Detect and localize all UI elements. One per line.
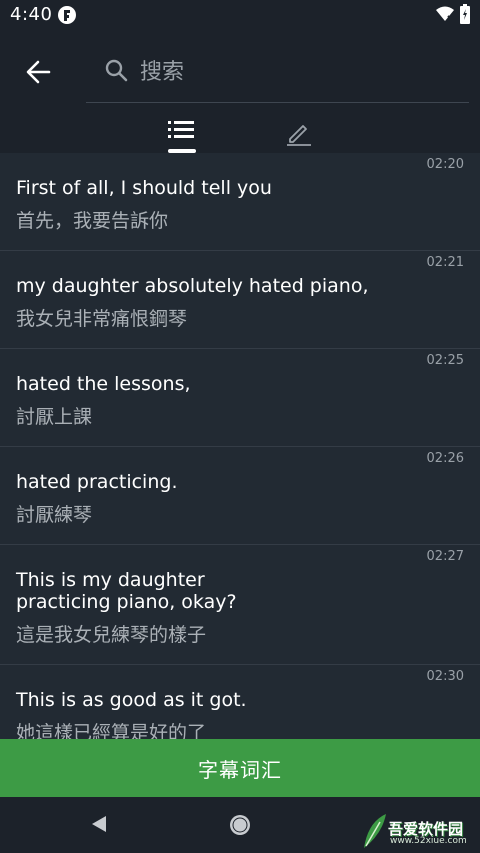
list-icon xyxy=(168,121,194,138)
subtitle-english: hated practicing. xyxy=(16,471,178,493)
subtitle-time: 02:21 xyxy=(426,255,464,270)
subtitle-row[interactable]: 02:20 First of all, I should tell you 首先… xyxy=(0,153,480,251)
subtitle-time: 02:30 xyxy=(426,669,464,684)
subtitle-row[interactable]: 02:25 hated the lessons, 討厭上課 xyxy=(0,349,480,447)
subtitle-chinese: 這是我女兒練琴的樣子 xyxy=(16,624,207,646)
subtitle-chinese: 我女兒非常痛恨鋼琴 xyxy=(16,308,188,330)
subtitle-row[interactable]: 02:27 This is my daughter practicing pia… xyxy=(0,545,480,665)
subtitle-time: 02:20 xyxy=(426,157,464,172)
nav-back-triangle-icon[interactable] xyxy=(88,813,110,839)
wifi-icon xyxy=(436,6,454,26)
tab-list[interactable] xyxy=(151,113,211,153)
back-button[interactable] xyxy=(14,50,62,94)
search-icon xyxy=(105,59,128,82)
subtitle-chinese: 討厭練琴 xyxy=(16,504,93,526)
subtitle-chinese: 她這樣已經算是好的了 xyxy=(16,722,207,739)
watermark-logo: 吾爱软件园 www.52xiue.com xyxy=(360,812,478,850)
status-bar: 4:40 xyxy=(0,0,480,30)
search-box[interactable] xyxy=(86,42,469,103)
subtitle-vocabulary-button[interactable]: 字幕词汇 xyxy=(0,739,480,797)
header xyxy=(0,30,480,153)
subtitle-time: 02:26 xyxy=(426,451,464,466)
subtitle-english: First of all, I should tell you xyxy=(16,177,272,199)
edit-pencil-icon xyxy=(287,125,311,146)
subtitle-chinese: 首先，我要告訴你 xyxy=(16,210,169,232)
arrow-left-icon xyxy=(26,60,51,84)
subtitle-time: 02:25 xyxy=(426,353,464,368)
status-time: 4:40 xyxy=(10,4,53,25)
subtitle-english: This is as good as it got. xyxy=(16,689,247,711)
subtitle-row[interactable]: 02:21 my daughter absolutely hated piano… xyxy=(0,251,480,349)
tab-edit[interactable] xyxy=(268,113,328,153)
subtitle-time: 02:27 xyxy=(426,549,464,564)
watermark-url: www.52xiue.com xyxy=(390,836,467,846)
nav-home-circle-icon[interactable] xyxy=(228,813,252,841)
battery-charging-icon xyxy=(460,4,470,28)
search-input[interactable] xyxy=(138,56,442,88)
watermark-leaf-icon xyxy=(364,814,386,848)
subtitle-english: This is my daughter practicing piano, ok… xyxy=(16,569,237,613)
app-screen: 4:40 搜索 02:20 First of all, I should tel… xyxy=(0,0,480,853)
subtitle-english: my daughter absolutely hated piano, xyxy=(16,275,369,297)
subtitle-row[interactable]: 02:26 hated practicing. 討厭練琴 xyxy=(0,447,480,545)
subtitle-row[interactable]: 02:30 This is as good as it got. 她這樣已經算是… xyxy=(0,665,480,739)
app-notification-icon xyxy=(58,6,76,24)
subtitle-chinese: 討厭上課 xyxy=(16,406,93,428)
subtitle-list[interactable]: 02:20 First of all, I should tell you 首先… xyxy=(0,153,480,739)
subtitle-english: hated the lessons, xyxy=(16,373,191,395)
